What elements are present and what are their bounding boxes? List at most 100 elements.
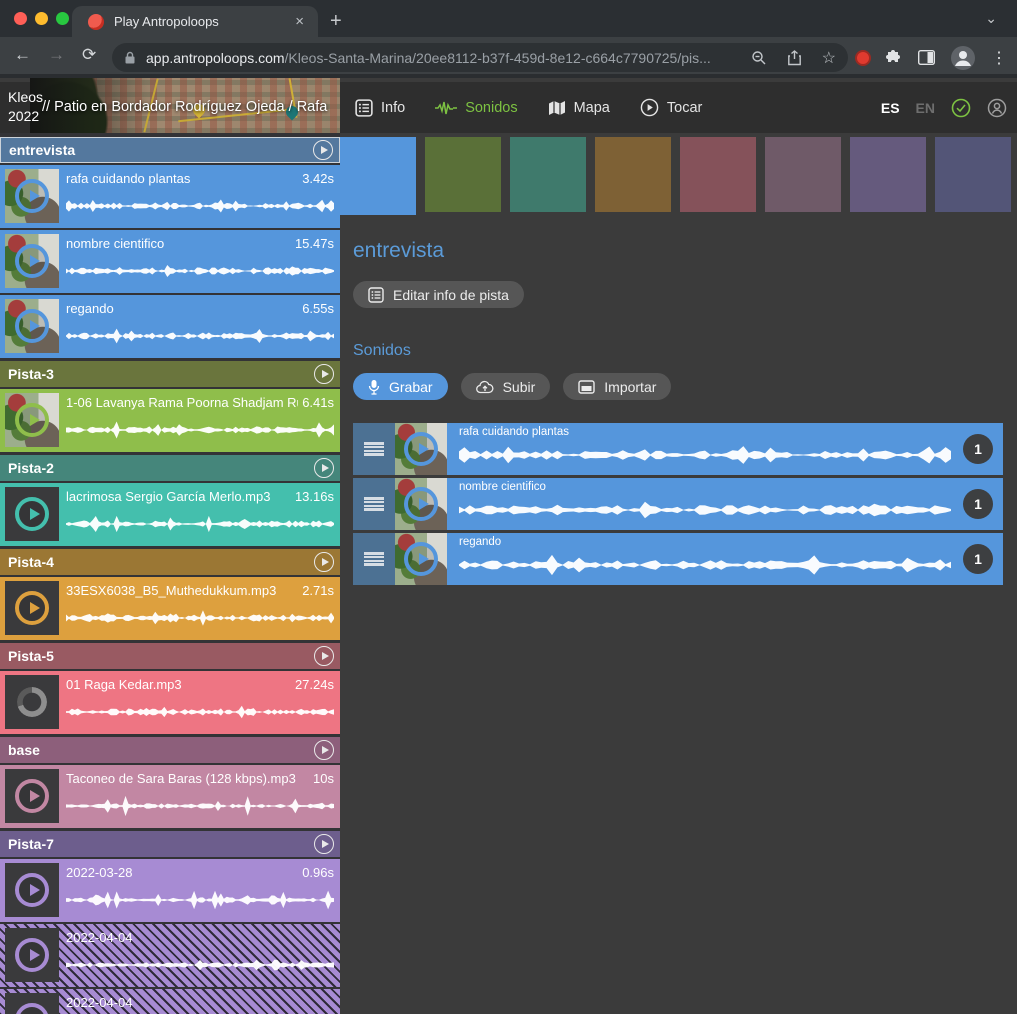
tab-search-chevron-icon[interactable]: ⌄ (985, 10, 997, 27)
track-color-tab-4[interactable] (680, 137, 756, 212)
clip-play-icon[interactable] (15, 179, 49, 213)
sound-waveform[interactable] (459, 495, 951, 525)
track-header-base[interactable]: base (0, 737, 340, 763)
close-window-button[interactable] (14, 12, 27, 25)
clip-play-icon[interactable] (15, 497, 49, 531)
tab-close-icon[interactable]: × (291, 13, 308, 30)
clip-waveform[interactable] (66, 260, 334, 282)
clip-waveform[interactable] (66, 513, 334, 535)
sound-play-icon[interactable] (404, 432, 438, 466)
clip-waveform[interactable] (66, 889, 334, 911)
drag-handle[interactable] (353, 423, 395, 475)
track-color-tab-7[interactable] (935, 137, 1011, 212)
minimize-window-button[interactable] (35, 12, 48, 25)
track-color-tab-0[interactable] (340, 137, 416, 219)
clip-waveform[interactable] (66, 954, 334, 976)
bookmark-star-icon[interactable]: ☆ (822, 48, 836, 68)
sound-row-2[interactable]: regando1 (353, 533, 1003, 585)
browser-tab[interactable]: Play Antropoloops × (72, 6, 318, 37)
clip-Pista-7-1[interactable]: 2022-04-04 (0, 924, 340, 987)
browser-menu-icon[interactable]: ⋮ (991, 48, 1007, 68)
sound-waveform[interactable] (459, 550, 951, 580)
clip-Pista-2-0[interactable]: lacrimosa Sergio García Merlo.mp313.16s (0, 483, 340, 546)
clip-waveform[interactable] (66, 325, 334, 347)
clip-play-icon[interactable] (15, 244, 49, 278)
clip-Pista-5-0[interactable]: 01 Raga Kedar.mp327.24s (0, 671, 340, 734)
track-header-Pista-7[interactable]: Pista-7 (0, 831, 340, 857)
clip-base-0[interactable]: Taconeo de Sara Baras (128 kbps).mp310s (0, 765, 340, 828)
track-header-Pista-5[interactable]: Pista-5 (0, 643, 340, 669)
clip-play-icon[interactable] (15, 779, 49, 813)
clip-thumbnail[interactable] (5, 393, 59, 447)
drag-handle[interactable] (353, 478, 395, 530)
clip-play-icon[interactable] (15, 938, 49, 972)
macos-traffic-lights[interactable] (14, 12, 69, 25)
edit-track-info-button[interactable]: Editar info de pista (353, 281, 524, 308)
sound-play-icon[interactable] (404, 542, 438, 576)
clip-play-icon[interactable] (15, 403, 49, 437)
clip-waveform[interactable] (66, 795, 334, 817)
sync-check-icon[interactable] (951, 98, 971, 118)
track-header-Pista-3[interactable]: Pista-3 (0, 361, 340, 387)
clip-thumbnail[interactable] (5, 863, 59, 917)
app-logo[interactable]: Kleos2022 (8, 88, 43, 126)
clip-thumbnail[interactable] (5, 928, 59, 982)
clip-waveform[interactable] (66, 701, 334, 723)
new-tab-button[interactable]: + (330, 8, 342, 34)
clip-play-icon[interactable] (15, 1003, 49, 1014)
clip-thumbnail[interactable] (5, 169, 59, 223)
track-color-tab-5[interactable] (765, 137, 841, 212)
clip-thumbnail[interactable] (5, 581, 59, 635)
clip-play-icon[interactable] (15, 873, 49, 907)
clip-thumbnail[interactable] (5, 993, 59, 1014)
forward-button[interactable]: → (48, 45, 65, 65)
track-header-Pista-2[interactable]: Pista-2 (0, 455, 340, 481)
sound-waveform[interactable] (459, 440, 951, 470)
side-panel-icon[interactable] (918, 50, 935, 65)
sound-thumbnail[interactable] (395, 533, 447, 585)
clip-thumbnail[interactable] (5, 234, 59, 288)
clip-waveform[interactable] (66, 419, 334, 441)
clip-thumbnail[interactable] (5, 675, 59, 729)
sound-thumbnail[interactable] (395, 423, 447, 475)
track-play-icon[interactable] (314, 646, 334, 666)
account-icon[interactable] (987, 98, 1007, 118)
clip-Pista-7-2[interactable]: 2022-04-04 (0, 989, 340, 1014)
recording-indicator-icon[interactable] (855, 50, 871, 66)
extensions-puzzle-icon[interactable] (886, 49, 903, 66)
nav-tab-info[interactable]: Info (355, 99, 405, 117)
nav-tab-mapa[interactable]: Mapa (548, 100, 610, 116)
sound-row-1[interactable]: nombre cientifico1 (353, 478, 1003, 530)
clip-Pista-3-0[interactable]: 1-06 Lavanya Rama Poorna Shadjam Rupak..… (0, 389, 340, 452)
nav-tab-tocar[interactable]: Tocar (640, 98, 702, 117)
clip-waveform[interactable] (66, 607, 334, 629)
breadcrumb[interactable]: // Patio en Bordador Rodríguez Ojeda / R… (42, 99, 327, 115)
track-header-entrevista[interactable]: entrevista (0, 137, 340, 163)
zoom-out-icon[interactable] (751, 50, 767, 66)
back-button[interactable]: ← (14, 45, 31, 65)
lang-es-button[interactable]: ES (881, 100, 900, 116)
clip-thumbnail[interactable] (5, 487, 59, 541)
track-play-icon[interactable] (314, 458, 334, 478)
importar-button[interactable]: Importar (563, 373, 671, 400)
clip-Pista-4-0[interactable]: 33ESX6038_B5_Muthedukkum.mp32.71s (0, 577, 340, 640)
clip-entrevista-2[interactable]: regando6.55s (0, 295, 340, 358)
clip-entrevista-0[interactable]: rafa cuidando plantas3.42s (0, 165, 340, 228)
track-play-icon[interactable] (314, 834, 334, 854)
track-color-tab-1[interactable] (425, 137, 501, 212)
maximize-window-button[interactable] (56, 12, 69, 25)
track-color-tab-3[interactable] (595, 137, 671, 212)
nav-tab-sonidos[interactable]: Sonidos (435, 100, 517, 116)
sound-row-0[interactable]: rafa cuidando plantas1 (353, 423, 1003, 475)
clip-entrevista-1[interactable]: nombre cientifico15.47s (0, 230, 340, 293)
reload-button[interactable]: ⟳ (82, 45, 96, 65)
clip-play-icon[interactable] (15, 591, 49, 625)
clip-waveform[interactable] (66, 195, 334, 217)
sound-thumbnail[interactable] (395, 478, 447, 530)
share-icon[interactable] (787, 50, 802, 66)
track-color-tab-2[interactable] (510, 137, 586, 212)
track-color-tab-6[interactable] (850, 137, 926, 212)
sound-play-icon[interactable] (404, 487, 438, 521)
track-play-icon[interactable] (314, 364, 334, 384)
track-play-icon[interactable] (314, 740, 334, 760)
